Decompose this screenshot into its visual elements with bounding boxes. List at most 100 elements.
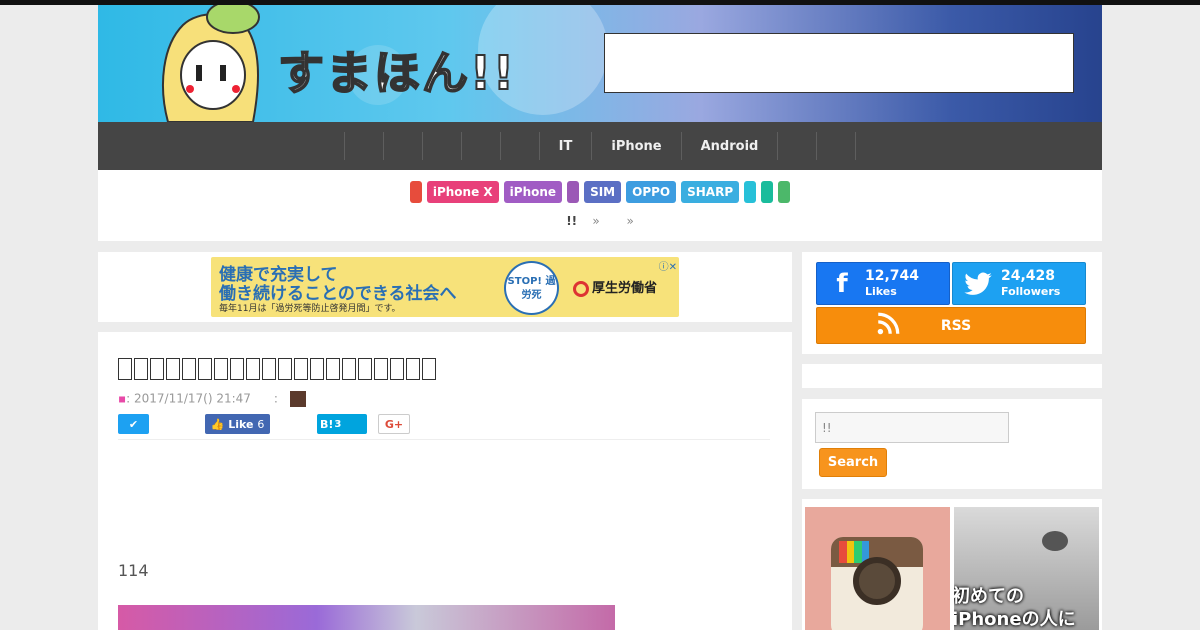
article-hero-image xyxy=(118,605,615,630)
nav-item-4[interactable] xyxy=(460,132,500,160)
iphone-article-card[interactable]: 初めての iPhoneの人に xyxy=(954,507,1099,630)
nav-item-10[interactable] xyxy=(816,132,857,160)
nav-item-9[interactable] xyxy=(777,132,816,160)
breadcrumb-sep: » xyxy=(592,214,600,228)
tag-0[interactable] xyxy=(409,181,422,203)
facebook-follow-button[interactable]: f 12,744 Likes xyxy=(816,262,950,305)
nav-item-1[interactable] xyxy=(343,132,383,160)
tag-bar: iPhone XiPhone SIM OPPO SHARP !! » » xyxy=(98,170,1102,241)
title-glyph xyxy=(358,358,372,380)
breadcrumb-home[interactable]: !! xyxy=(566,214,577,228)
breadcrumb-sep: » xyxy=(626,214,634,228)
nav-item-iphone[interactable]: iPhone xyxy=(591,132,680,160)
date-marker-icon: ▪ xyxy=(118,391,127,406)
title-glyph xyxy=(230,358,244,380)
tag-7[interactable] xyxy=(744,181,757,203)
nav-item-it[interactable]: IT xyxy=(538,132,592,160)
search-widget: !! Search xyxy=(802,399,1102,489)
title-glyph xyxy=(422,358,436,380)
tag-list: iPhone XiPhone SIM OPPO SHARP xyxy=(98,181,1102,203)
site-logo[interactable]: すまほん!! xyxy=(277,37,516,103)
like-count: 6 xyxy=(257,417,265,431)
title-glyph xyxy=(342,358,356,380)
nav-item-3[interactable] xyxy=(421,132,461,160)
title-glyph xyxy=(326,358,340,380)
twitter-follow-button[interactable]: 24,428 Followers xyxy=(952,262,1086,305)
card-caption-line2: iPhoneの人に xyxy=(954,609,1076,630)
tag-3[interactable] xyxy=(567,181,580,203)
article: ▪: 2017/11/17() 21:47 : ✔ 👍 Like 6 B! 3 G… xyxy=(98,332,792,630)
tag-8[interactable] xyxy=(761,181,774,203)
facebook-icon: f xyxy=(836,269,848,299)
twitter-icon xyxy=(963,269,993,299)
instagram-icon xyxy=(831,537,923,630)
hatena-count: 3 xyxy=(334,418,342,430)
ad-container: 健康で充実して 働き続けることのできる社会へ 毎年11月は「過労死等防止啓発月間… xyxy=(98,252,792,322)
article-date: : 2017/11/17() 21:47 xyxy=(126,391,251,406)
google-plus-button[interactable]: G+ xyxy=(378,414,410,434)
search-input[interactable]: !! xyxy=(815,412,1009,443)
title-glyph xyxy=(278,358,292,380)
title-glyph xyxy=(182,358,196,380)
card-caption: 初めての iPhoneの人に xyxy=(954,585,1076,630)
tag-2[interactable]: iPhone xyxy=(503,181,563,203)
article-intro: 114 xyxy=(118,561,149,580)
hatena-bookmark-button[interactable]: B! 3 xyxy=(317,414,367,434)
tag-1[interactable]: iPhone X xyxy=(426,181,499,203)
title-glyph xyxy=(374,358,388,380)
like-label: Like xyxy=(228,417,254,431)
instagram-article-card[interactable] xyxy=(805,507,950,630)
share-bar: ✔ 👍 Like 6 B! 3 G+ xyxy=(118,414,770,440)
breadcrumb: !! » » xyxy=(98,214,1102,228)
tag-6[interactable]: SHARP xyxy=(681,181,740,203)
ministry-emblem-icon xyxy=(573,280,589,297)
facebook-like-button[interactable]: 👍 Like 6 xyxy=(205,414,270,434)
twitter-share-button[interactable]: ✔ xyxy=(118,414,149,434)
stop-karoshi-logo: STOP! 過労死 xyxy=(504,261,559,315)
mascot-icon[interactable] xyxy=(138,5,278,122)
related-cards: 初めての iPhoneの人に xyxy=(802,499,1102,630)
social-widget: f 12,744 Likes 24,428 Followers RSS xyxy=(802,252,1102,354)
card-caption-line1: 初めての xyxy=(954,586,1024,607)
rss-button[interactable]: RSS xyxy=(816,307,1086,344)
title-glyph xyxy=(310,358,324,380)
title-glyph xyxy=(118,358,132,380)
twitter-label: Followers xyxy=(1001,285,1061,298)
article-title xyxy=(118,354,438,382)
tag-5[interactable]: OPPO xyxy=(626,181,677,203)
ministry-logo: 厚生労働省 xyxy=(573,277,657,297)
tag-4[interactable]: SIM xyxy=(584,181,622,203)
ministry-name: 厚生労働省 xyxy=(592,281,658,296)
search-button[interactable]: Search xyxy=(819,448,887,477)
nav-item-2[interactable] xyxy=(382,132,422,160)
title-glyph xyxy=(390,358,404,380)
title-glyph xyxy=(134,358,148,380)
ad-line3: 毎年11月は「過労死等防止啓発月間」です。 xyxy=(219,304,401,314)
title-glyph xyxy=(214,358,228,380)
title-glyph xyxy=(294,358,308,380)
apple-logo-icon xyxy=(1042,531,1068,551)
title-glyph xyxy=(406,358,420,380)
hatena-icon: B! xyxy=(320,417,334,431)
author-sep: : xyxy=(273,391,278,406)
nav-item-android[interactable]: Android xyxy=(680,132,778,160)
adchoices-icon[interactable]: ⓘ✕ xyxy=(659,258,677,273)
title-glyph xyxy=(198,358,212,380)
main-nav: IT iPhone Android xyxy=(98,122,1102,170)
twitter-icon: ✔ xyxy=(128,417,139,431)
title-glyph xyxy=(166,358,180,380)
rss-label: RSS xyxy=(940,318,972,334)
nav-item-5[interactable] xyxy=(499,132,539,160)
ad-banner[interactable]: 健康で充実して 働き続けることのできる社会へ 毎年11月は「過労死等防止啓発月間… xyxy=(211,257,679,317)
article-meta: ▪: 2017/11/17() 21:47 : xyxy=(118,391,306,407)
site-header: すまほん!! xyxy=(98,5,1102,122)
tag-9[interactable] xyxy=(778,181,791,203)
twitter-count: 24,428 xyxy=(1001,268,1056,284)
header-ad-slot[interactable] xyxy=(604,33,1074,93)
sidebar-empty-widget xyxy=(802,364,1102,388)
author-avatar[interactable] xyxy=(289,391,306,407)
google-plus-icon: G+ xyxy=(384,417,404,431)
thumbs-up-icon: 👍 xyxy=(210,417,229,431)
facebook-count: 12,744 xyxy=(865,268,920,284)
title-glyph xyxy=(246,358,260,380)
